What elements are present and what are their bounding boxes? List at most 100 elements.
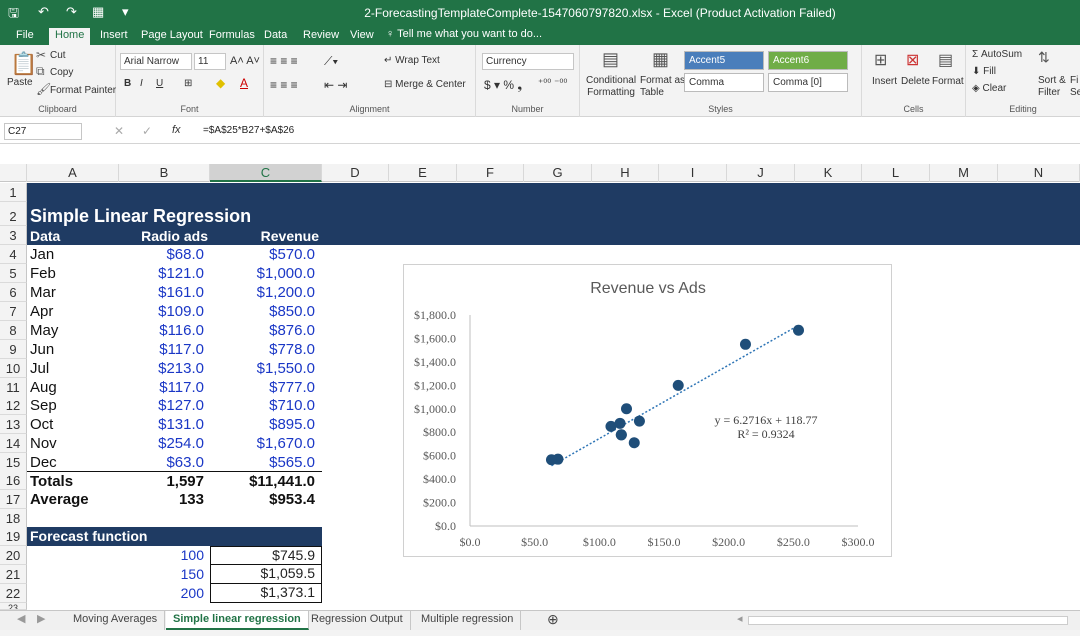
column-header-i[interactable]: I (659, 164, 727, 182)
cell-month[interactable]: Jan (30, 245, 54, 264)
cell-ads[interactable]: $121.0 (119, 264, 204, 283)
cell-revenue[interactable]: $876.0 (210, 321, 315, 340)
cell-month[interactable]: Jun (30, 340, 54, 359)
borders-icon[interactable]: ⊞ (184, 78, 192, 89)
cell-ads[interactable]: $131.0 (119, 415, 204, 434)
forecast-input[interactable]: 100 (119, 546, 204, 565)
row-header-9[interactable]: 9 (0, 340, 27, 359)
forecast-output[interactable]: $1,059.5 (210, 565, 322, 584)
forecast-output[interactable]: $1,373.1 (210, 584, 322, 603)
tab-page-layout[interactable]: Page Layout (135, 28, 209, 45)
cell-revenue[interactable]: $1,550.0 (210, 359, 315, 378)
underline-icon[interactable]: U (156, 78, 163, 89)
font-color-icon[interactable]: A (240, 76, 248, 90)
column-header-e[interactable]: E (389, 164, 457, 182)
autosum-button[interactable]: Σ AutoSum (972, 49, 1022, 60)
decimal-icon[interactable]: ⁺⁰⁰ ⁻⁰⁰ (538, 78, 567, 89)
row-header-8[interactable]: 8 (0, 321, 27, 340)
cell-revenue[interactable]: $710.0 (210, 396, 315, 415)
column-header-m[interactable]: M (930, 164, 998, 182)
cell-month[interactable]: May (30, 321, 58, 340)
sheet-title[interactable]: Simple Linear Regression (30, 205, 251, 227)
column-header-h[interactable]: H (592, 164, 659, 182)
row-header-14[interactable]: 14 (0, 434, 27, 453)
cell-revenue[interactable]: $1,670.0 (210, 434, 315, 453)
row-header-19[interactable]: 19 (0, 527, 27, 546)
align-top-icon[interactable]: ≡ ≡ ≡ (270, 54, 298, 68)
cell-ads[interactable]: $117.0 (119, 340, 204, 359)
italic-icon[interactable]: I (140, 78, 143, 89)
format-painter-button[interactable]: Format Painter (50, 85, 116, 96)
totals-label[interactable]: Totals (30, 472, 73, 491)
tab-data[interactable]: Data (258, 28, 293, 45)
column-header-g[interactable]: G (524, 164, 592, 182)
horizontal-scrollbar[interactable] (748, 616, 1068, 625)
fill-button[interactable]: ⬇ Fill (972, 66, 996, 77)
cell-month[interactable]: Sep (30, 396, 57, 415)
cell-ads[interactable]: $68.0 (119, 245, 204, 264)
orientation-icon[interactable]: ⟋▾ (324, 54, 338, 69)
hscroll-left-icon[interactable]: ◂ (730, 611, 750, 630)
forecast-output[interactable]: $745.9 (210, 546, 322, 565)
column-header-j[interactable]: J (727, 164, 795, 182)
cancel-icon[interactable]: ✕ (114, 124, 124, 138)
row-header-12[interactable]: 12 (0, 396, 27, 415)
sheet-tab[interactable]: Regression Output (304, 611, 411, 630)
wrap-text-button[interactable]: ↵ Wrap Text (384, 55, 440, 66)
cell-ads[interactable]: $213.0 (119, 359, 204, 378)
totals-ads[interactable]: 1,597 (119, 472, 204, 491)
row-header-18[interactable]: 18 (0, 509, 27, 528)
copy-button[interactable]: Copy (50, 67, 73, 78)
cell-ads[interactable]: $63.0 (119, 453, 204, 472)
row-header-17[interactable]: 17 (0, 490, 27, 509)
column-header-d[interactable]: D (322, 164, 389, 182)
style-accent6[interactable]: Accent6 (768, 51, 848, 70)
insert-cells-button[interactable]: Insert (872, 76, 897, 87)
tab-home[interactable]: Home (49, 28, 91, 45)
insert-function-icon[interactable]: fx (172, 124, 181, 136)
font-size-select[interactable]: 11 (194, 53, 226, 70)
average-revenue[interactable]: $953.4 (210, 490, 315, 509)
style-comma[interactable]: Comma (684, 73, 764, 92)
cell-ads[interactable]: $116.0 (119, 321, 204, 340)
forecast-input[interactable]: 150 (119, 565, 204, 584)
style-comma0[interactable]: Comma [0] (768, 73, 848, 92)
average-label[interactable]: Average (30, 490, 89, 509)
sort-filter-button[interactable]: Sort & Filter (1038, 75, 1066, 99)
cell-month[interactable]: Apr (30, 302, 53, 321)
tab-view[interactable]: View (344, 28, 380, 45)
row-header-2[interactable]: 2 (0, 202, 27, 226)
row-header-21[interactable]: 21 (0, 565, 27, 584)
cell-month[interactable]: Feb (30, 264, 56, 283)
paste-icon[interactable]: 📋 (10, 51, 37, 77)
row-header-16[interactable]: 16 (0, 471, 27, 490)
format-as-table-button[interactable]: Format as Table (640, 75, 685, 99)
conditional-formatting-button[interactable]: Conditional Formatting (586, 75, 636, 99)
row-header-22[interactable]: 22 (0, 584, 27, 603)
row-header-1[interactable]: 1 (0, 183, 27, 202)
cell-revenue[interactable]: $777.0 (210, 378, 315, 397)
row-header-10[interactable]: 10 (0, 359, 27, 378)
merge-center-button[interactable]: ⊟ Merge & Center (384, 79, 466, 90)
column-header-c[interactable]: C (210, 164, 322, 182)
header-revenue[interactable]: Revenue (210, 227, 319, 246)
tab-insert[interactable]: Insert (94, 28, 134, 45)
format-cells-button[interactable]: Format (932, 76, 964, 87)
name-box[interactable]: C27 (4, 123, 82, 140)
sheet-tab[interactable]: Moving Averages (66, 611, 166, 630)
grow-font-icon[interactable]: A˄ A˅ (230, 55, 260, 67)
cut-button[interactable]: Cut (50, 50, 66, 61)
formula-input[interactable]: =$A$25*B27+$A$26 (203, 125, 294, 136)
row-header-3[interactable]: 3 (0, 226, 27, 245)
sheet-tab-active[interactable]: Simple linear regression (166, 611, 309, 630)
cell-ads[interactable]: $117.0 (119, 378, 204, 397)
cell-month[interactable]: Nov (30, 434, 57, 453)
column-header-a[interactable]: A (27, 164, 119, 182)
header-radio-ads[interactable]: Radio ads (119, 227, 208, 246)
cell-revenue[interactable]: $778.0 (210, 340, 315, 359)
row-header-6[interactable]: 6 (0, 283, 27, 302)
row-header-23[interactable]: 23 (0, 603, 27, 610)
cell-month[interactable]: Oct (30, 415, 53, 434)
select-all-corner[interactable] (0, 164, 27, 182)
fill-color-icon[interactable]: ◆ (216, 76, 225, 90)
